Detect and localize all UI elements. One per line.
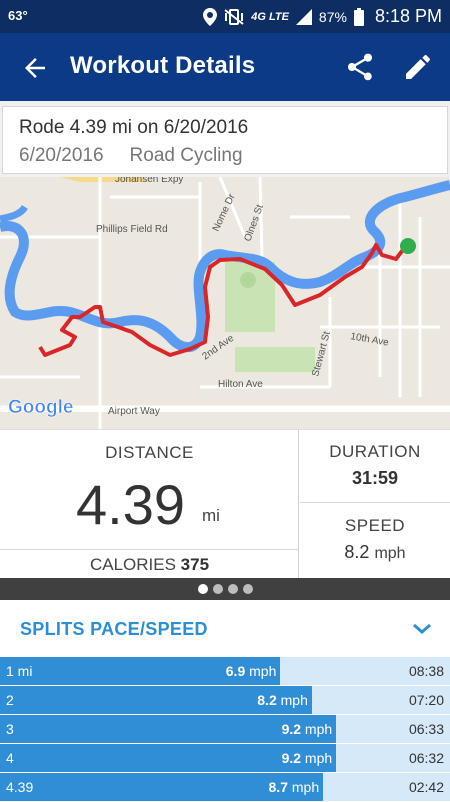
split-speed: 6.9 mph (226, 663, 277, 679)
map-park (235, 347, 315, 372)
split-time: 08:38 (408, 663, 444, 679)
distance-unit: mi (202, 506, 220, 525)
split-label: 3 (6, 721, 14, 737)
split-label: 2 (6, 692, 14, 708)
splits-header[interactable]: SPLITS PACE/SPEED (0, 600, 450, 657)
back-button[interactable] (20, 53, 50, 83)
workout-header: Rode 4.39 mi on 6/20/2016 6/20/2016 Road … (0, 101, 450, 177)
edit-button[interactable] (402, 51, 434, 83)
split-speed-unit: mph (249, 663, 277, 679)
share-button[interactable] (344, 51, 376, 83)
split-speed-value: 9.2 (281, 750, 302, 766)
route-end-marker (400, 238, 416, 254)
workout-header-card: Rode 4.39 mi on 6/20/2016 6/20/2016 Road … (2, 106, 448, 174)
distance-label: DISTANCE (105, 443, 194, 462)
arrow-back-icon (25, 58, 45, 78)
split-row[interactable]: 4 9.2 mph 06:32 (0, 744, 450, 772)
split-row[interactable]: 1 mi 6.9 mph 08:38 (0, 657, 450, 685)
speed-value-row: 8.2 mph (300, 542, 450, 563)
map-label-phillips: Phillips Field Rd (96, 224, 168, 235)
split-speed-value: 8.7 (268, 779, 288, 795)
speed-value: 8.2 (344, 542, 370, 562)
share-icon (348, 53, 372, 81)
calories-value: 375 (180, 555, 210, 574)
split-speed-unit: mph (291, 779, 320, 795)
pencil-icon (406, 55, 430, 79)
split-time: 02:42 (408, 779, 444, 795)
route-map[interactable]: Johansen Expy Phillips Field Rd Nome Dr … (0, 177, 450, 429)
split-speed-value: 6.9 (225, 663, 246, 679)
status-icons: 4G LTE 87% 8:18 PM (203, 4, 442, 29)
split-time: 06:33 (408, 721, 444, 737)
split-time: 06:32 (408, 750, 444, 766)
map-label-hilton: Hilton Ave (218, 379, 263, 390)
location-icon (203, 7, 218, 26)
stats-panel: DISTANCE 4.39 mi CALORIES 375 DURATION 3… (0, 429, 450, 579)
map-label-10th-ave: 10th Ave (349, 331, 389, 349)
battery-text: 87% (318, 8, 347, 25)
app-bar: Workout Details (0, 33, 450, 101)
split-label: 4 (6, 750, 14, 766)
page-dot[interactable] (242, 584, 253, 594)
status-bar: 63° 4G LTE 87% 8:18 PM (0, 0, 450, 33)
page-dot[interactable] (197, 584, 208, 594)
page-dot[interactable] (227, 584, 238, 594)
split-speed-value: 9.2 (281, 721, 302, 737)
map-park (240, 272, 256, 288)
distance-panel: DISTANCE 4.39 mi CALORIES 375 (0, 430, 299, 579)
calories-label: CALORIES (89, 555, 176, 574)
duration-value: 31:59 (351, 468, 399, 488)
temperature-text: 63° (8, 8, 28, 23)
vibrate-mute-icon (224, 8, 244, 25)
split-time: 07:20 (408, 692, 444, 708)
split-speed: 9.2 mph (282, 721, 333, 737)
split-speed-unit: mph (280, 692, 308, 708)
splits-title: SPLITS PACE/SPEED (20, 619, 208, 639)
split-row[interactable]: 2 8.2 mph 07:20 (0, 686, 450, 714)
page-indicator (0, 578, 450, 600)
duration-speed-panel: DURATION 31:59 SPEED 8.2 mph (300, 430, 450, 579)
map-label-airport: Airport Way (108, 406, 160, 417)
map-canvas: Johansen Expy Phillips Field Rd Nome Dr … (0, 177, 450, 429)
speed-box: SPEED 8.2 mph (300, 504, 450, 579)
speed-label: SPEED (344, 516, 406, 535)
map-label-johansen: Johansen Expy (115, 177, 183, 185)
split-row[interactable]: 4.39 8.7 mph 02:42 (0, 773, 450, 801)
split-row[interactable]: 3 9.2 mph 06:33 (0, 715, 450, 743)
page-dot[interactable] (212, 584, 223, 594)
split-speed-value: 8.2 (257, 692, 277, 708)
split-speed: 8.2 mph (257, 692, 308, 708)
speed-unit: mph (374, 545, 406, 562)
clock-text: 8:18 PM (374, 6, 442, 26)
split-label: 1 mi (6, 663, 33, 679)
workout-date: 6/20/2016 (19, 145, 104, 166)
duration-label: DURATION (329, 442, 421, 461)
split-speed-unit: mph (304, 721, 333, 737)
workout-subtitle: 6/20/2016 Road Cycling (19, 145, 243, 167)
workout-activity: Road Cycling (129, 145, 243, 166)
network-4g-icon: 4G LTE (251, 10, 289, 23)
map-river (0, 204, 28, 223)
battery-icon (353, 7, 364, 26)
split-speed: 9.2 mph (282, 750, 333, 766)
signal-icon (295, 8, 312, 25)
duration-box: DURATION 31:59 (300, 430, 450, 503)
split-label: 4.39 (6, 779, 34, 795)
workout-title: Rode 4.39 mi on 6/20/2016 (19, 117, 249, 138)
google-logo: Google (8, 397, 73, 418)
split-speed-unit: mph (304, 750, 333, 766)
page-title: Workout Details (70, 52, 256, 79)
chevron-down-icon[interactable] (412, 622, 432, 636)
distance-value: 4.39 (76, 473, 185, 536)
calories-row: CALORIES 375 (0, 549, 299, 579)
split-speed: 8.7 mph (269, 779, 320, 795)
splits-list: 1 mi 6.9 mph 08:38 2 8.2 mph 07:20 3 9.2 mph 06:… (0, 657, 450, 802)
